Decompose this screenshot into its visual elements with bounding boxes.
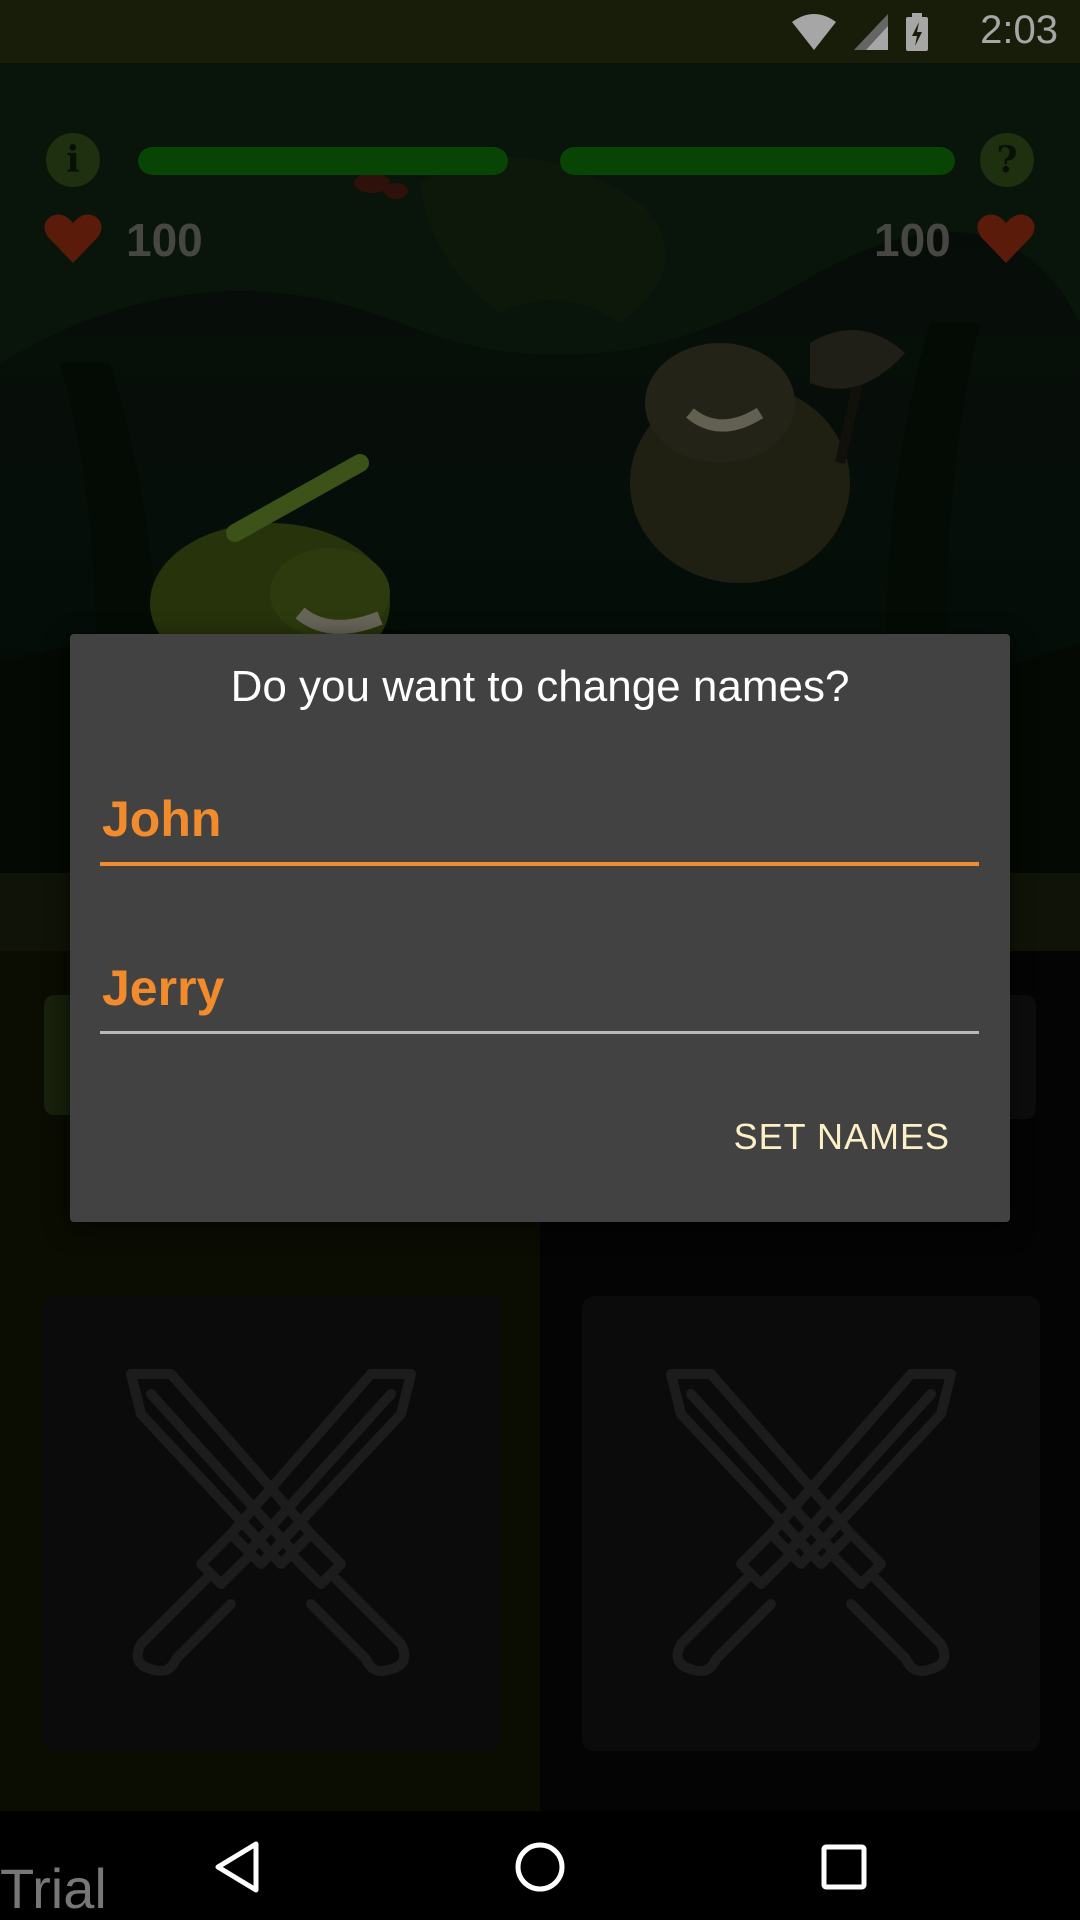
back-triangle-icon xyxy=(215,1841,259,1893)
recents-button[interactable] xyxy=(812,1835,876,1899)
change-names-dialog: Do you want to change names? SET NAMES xyxy=(70,634,1010,1222)
player1-name-input[interactable] xyxy=(100,776,979,866)
player2-name-input[interactable] xyxy=(100,944,979,1034)
back-button[interactable] xyxy=(205,1835,269,1899)
home-circle-icon xyxy=(515,1842,565,1892)
recents-square-icon xyxy=(821,1844,867,1890)
set-names-button[interactable]: SET NAMES xyxy=(734,1116,950,1158)
navigation-bar xyxy=(0,1811,1080,1920)
trial-watermark: Trial xyxy=(0,1857,107,1920)
dialog-title: Do you want to change names? xyxy=(230,662,850,711)
home-button[interactable] xyxy=(508,1835,572,1899)
